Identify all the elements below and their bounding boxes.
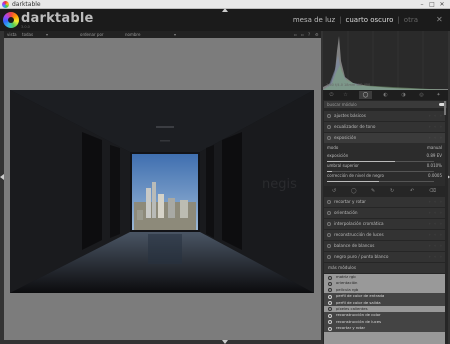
module-orientation[interactable]: orientación ◦ ◦ ◦ — [324, 208, 445, 218]
search-placeholder: buscar módulo — [327, 102, 357, 107]
maximize-button[interactable]: □ — [428, 0, 436, 9]
view-switcher: mesa de luz | cuarto oscuro | otra — [292, 16, 418, 24]
module-controls-icon[interactable]: ◦ ◦ ◦ — [428, 241, 443, 251]
presets-icon[interactable]: ◯ — [351, 186, 357, 196]
sort-order-icon[interactable]: ▾ — [174, 31, 176, 38]
module-highlight-reconstruction[interactable]: reconstrucción de luces ◦ ◦ ◦ — [324, 230, 445, 240]
app-icon — [2, 1, 9, 8]
module-raw-black-white-point[interactable]: negro puro / punto blanco ◦ ◦ ◦ — [324, 252, 445, 262]
module-power-icon[interactable] — [327, 255, 331, 259]
window-title: darktable — [12, 1, 41, 8]
histogram[interactable] — [323, 31, 448, 90]
module-power-icon[interactable] — [327, 233, 331, 237]
group-favorites-star-icon[interactable]: ☆ — [339, 91, 352, 99]
histogram-exif-readout: 1/60 f/4.0 18mm ISO 400 — [326, 83, 371, 87]
more-modules-list: matriz rgb orientación película rgb perf… — [324, 274, 445, 344]
module-controls-icon[interactable]: ◦ ◦ ◦ — [428, 230, 443, 240]
sort-label: ordenar por — [80, 32, 104, 37]
module-basic-adjustments[interactable]: ajustes básicos ◦ ◦ ◦ — [324, 111, 445, 121]
view-darkroom[interactable]: cuarto oscuro — [346, 16, 394, 24]
module-controls-icon[interactable]: ◦ ◦ ◦ — [428, 111, 443, 121]
sort-select[interactable]: nombre — [125, 31, 140, 38]
module-tone-equalizer[interactable]: ecualizador de tono ◦ ◦ ◦ — [324, 122, 445, 132]
dropdown-arrow-icon[interactable]: ▾ — [46, 31, 48, 38]
module-controls-icon[interactable]: ◦ ◦ ◦ — [428, 122, 443, 132]
view-filter-select[interactable]: todas — [22, 31, 33, 38]
redo-icon[interactable]: ↻ — [390, 186, 394, 196]
help-icon[interactable]: ? — [308, 31, 310, 38]
module-controls-icon[interactable]: ◦ ◦ ◦ — [428, 133, 443, 143]
darktable-logo-icon — [3, 12, 19, 28]
collapse-bottom-panel-arrow-icon[interactable] — [222, 340, 228, 344]
close-icon[interactable]: ✕ — [436, 15, 443, 24]
view-other[interactable]: otra — [404, 16, 418, 24]
collapse-top-panel-arrow-icon[interactable] — [222, 8, 228, 12]
exposure-slider[interactable]: exposición 0.89 EV — [327, 153, 442, 162]
module-controls-icon[interactable]: ◦ ◦ ◦ — [428, 219, 443, 229]
view-filter-label: vista — [7, 32, 17, 37]
group-effect-icon[interactable]: ✦ — [432, 91, 445, 99]
module-actions-bar: ↺ ◯ ✎ ↻ ↶ ⌫ — [324, 186, 445, 196]
module-exposure[interactable]: exposición ◦ ◦ ◦ — [324, 133, 445, 143]
styles-brush-icon[interactable]: ✎ — [371, 186, 375, 196]
right-panel: 1/60 f/4.0 18mm ISO 400 ⏻ ☆ ◯ ◐ ◑ ◎ ✦ bu… — [323, 31, 448, 344]
more-modules-header[interactable]: más módulos — [324, 263, 445, 273]
list-item[interactable]: recortar y rotar — [324, 325, 445, 332]
module-crop-rotate[interactable]: recortar y rotar ◦ ◦ ◦ — [324, 197, 445, 207]
threshold-slider[interactable]: umbral superior 0.010% — [327, 163, 442, 172]
photo-hallway-image: negis — [10, 90, 314, 293]
svg-text:negis: negis — [262, 177, 297, 192]
group-color-icon[interactable]: ◑ — [397, 91, 410, 99]
reset-icon[interactable]: ↺ — [332, 186, 336, 196]
app-header: darktable 3.0.0 mesa de luz | cuarto oscur… — [0, 9, 450, 31]
module-white-balance[interactable]: balance de blancos ◦ ◦ ◦ — [324, 241, 445, 251]
module-power-icon[interactable] — [327, 222, 331, 226]
group-tone-icon[interactable]: ◐ — [379, 91, 392, 99]
module-controls-icon[interactable]: ◦ ◦ ◦ — [428, 197, 443, 207]
top-toolbar: vista todas ▾ ordenar por nombre ▾ ▫ ▫ ?… — [4, 31, 321, 38]
module-power-icon[interactable] — [327, 114, 331, 118]
minimize-button[interactable]: – — [418, 0, 426, 9]
version-label: 3.0.0 — [21, 25, 30, 29]
grouping-icon[interactable]: ▫ — [294, 31, 297, 38]
center-image-view[interactable]: negis — [4, 38, 321, 340]
module-search-input[interactable]: buscar módulo — [324, 101, 447, 108]
delete-icon[interactable]: ⌫ — [429, 186, 436, 196]
group-active-power-icon[interactable]: ⏻ — [325, 91, 338, 99]
module-demosaic[interactable]: interpolación cromática ◦ ◦ ◦ — [324, 219, 445, 229]
brand-name: darktable — [21, 11, 94, 26]
module-power-icon[interactable] — [327, 136, 331, 140]
module-power-icon[interactable] — [327, 200, 331, 204]
module-controls-icon[interactable]: ◦ ◦ ◦ — [428, 208, 443, 218]
close-window-button[interactable]: ✕ — [438, 0, 446, 9]
module-power-icon[interactable] — [327, 244, 331, 248]
group-correct-icon[interactable]: ◎ — [415, 91, 428, 99]
group-base-circle-icon[interactable]: ◯ — [359, 91, 372, 99]
overlays-icon[interactable]: ▫ — [301, 31, 304, 38]
module-groups-bar: ⏻ ☆ ◯ ◐ ◑ ◎ ✦ — [323, 90, 448, 100]
module-controls-icon[interactable]: ◦ ◦ ◦ — [428, 252, 443, 262]
preferences-gear-icon[interactable]: ⚙ — [315, 31, 319, 38]
view-lighttable[interactable]: mesa de luz — [293, 16, 335, 24]
undo-icon[interactable]: ↶ — [410, 186, 414, 196]
module-power-icon[interactable] — [327, 125, 331, 129]
right-panel-scrollbar[interactable] — [444, 101, 446, 115]
black-level-slider[interactable]: corrección de nivel de negro 0.0005 — [327, 173, 442, 182]
module-power-icon[interactable] — [327, 211, 331, 215]
